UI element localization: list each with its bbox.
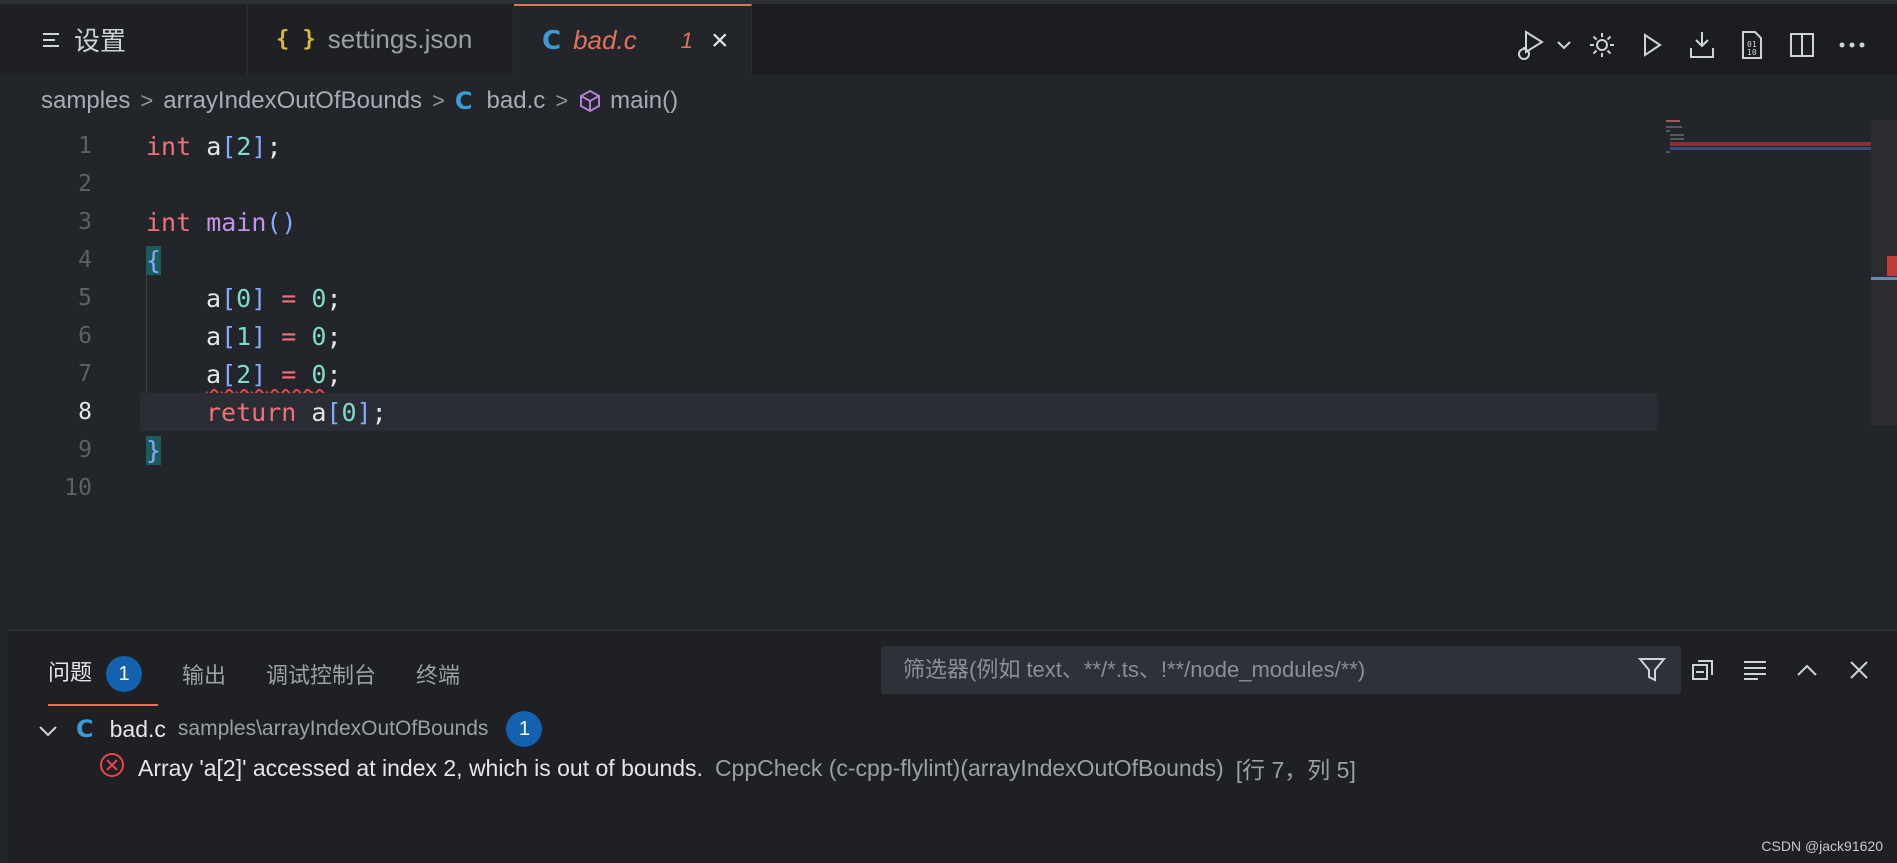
code-line[interactable]: 1 int a[2]; [0,127,1660,165]
close-icon[interactable]: × [711,25,729,56]
collapse-all-icon[interactable] [1677,647,1729,693]
line-number: 9 [78,437,92,463]
maximize-panel-icon[interactable] [1781,647,1833,693]
run-icon[interactable] [1627,22,1677,68]
line-number: 2 [78,171,92,197]
problem-item[interactable]: Array 'a[2]' accessed at index 2, which … [98,751,1356,785]
problem-location: [行 7，列 5] [1235,757,1356,783]
code-text: int main() [146,207,297,237]
code-text: a[2] = 0; [206,359,342,389]
tab-label: settings.json [327,24,473,54]
tab-bad-c[interactable]: C bad.c 1 × [514,4,752,75]
code-line[interactable]: 4 { [0,241,1660,279]
error-icon [98,751,126,785]
tab-label: 终端 [416,662,461,688]
problem-file-name: bad.c [109,715,166,742]
chevron-down-icon[interactable] [1551,22,1577,68]
panel-actions [1677,647,1885,693]
watermark: CSDN @jack91620 [1761,838,1883,854]
code-line[interactable]: 5 a[0] = 0; [0,279,1660,317]
split-editor-icon[interactable] [1777,22,1827,68]
chevron-right-icon: > [555,88,569,113]
tab-label: 输出 [182,662,227,688]
tab-output[interactable]: 输出 [182,658,226,700]
line-number: 1 [78,133,92,159]
c-file-icon: C [542,25,562,56]
code-editor[interactable]: 1 int a[2]; 2 3 int main() 4 { 5 a[0] = … [0,127,1897,627]
bottom-panel: 问题 1 输出 调试控制台 终端 C bad.c samples\arrayInd… [8,630,1897,863]
breadcrumb-item-samples[interactable]: samples [41,87,130,115]
code-line[interactable]: 9 } [0,431,1660,469]
code-line[interactable]: 10 [0,469,1660,507]
list-icon [40,30,62,50]
tab-terminal[interactable]: 终端 [416,658,460,700]
code-line[interactable]: 3 int main() [0,203,1660,241]
code-text: } [146,435,162,465]
word-wrap-icon[interactable] [1729,647,1781,693]
code-text: a[1] = 0; [206,321,342,351]
code-line[interactable]: 7 a[2] = 0; [0,355,1660,393]
chevron-down-icon[interactable] [38,716,58,743]
cube-icon [578,89,602,113]
scrollbar-error-marker [1887,256,1897,276]
breadcrumb-item-file[interactable]: bad.c [487,87,546,115]
chevron-right-icon: > [432,88,445,113]
tab-debug-console[interactable]: 调试控制台 [266,658,376,700]
error-squiggle: a[2] = 0 [206,359,327,389]
more-icon[interactable] [1827,22,1877,68]
panel-tabs: 问题 1 输出 调试控制台 终端 [48,655,500,707]
line-number: 7 [78,361,92,387]
file-problem-count-badge: 1 [506,711,543,747]
gear-icon[interactable] [1577,22,1627,68]
json-braces-icon: { } [276,27,316,52]
problem-file-row[interactable]: C bad.c samples\arrayIndexOutOfBounds 1 [38,711,543,747]
tab-problems[interactable]: 问题 1 [48,655,159,707]
problems-filter [881,646,1681,694]
scrollbar-cursor-marker [1871,277,1897,280]
minimap[interactable] [1664,120,1875,160]
svg-text:10: 10 [1747,48,1757,57]
code-text: a[0] = 0; [206,283,342,313]
tab-problem-count: 1 [680,27,693,53]
problem-message: Array 'a[2]' accessed at index 2, which … [138,754,703,781]
code-line[interactable]: 8 return a[0]; [0,393,1660,431]
close-panel-icon[interactable] [1833,647,1885,693]
download-icon[interactable] [1677,22,1727,68]
chevron-right-icon: > [140,88,154,113]
problems-count-badge: 1 [106,656,143,693]
code-text: { [146,245,162,275]
line-number: 10 [64,475,92,501]
line-number: 4 [78,247,92,273]
tab-label: 问题 [48,660,93,685]
breadcrumb: samples > arrayIndexOutOfBounds > C bad.… [0,75,1897,127]
tab-bar: 设置 { } settings.json C bad.c 1 × 01 10 [0,0,1897,75]
line-number: 3 [78,209,92,235]
filter-input[interactable] [901,656,1625,684]
run-debug-icon[interactable] [1511,22,1551,68]
code-text: int a[2]; [146,131,282,161]
c-file-icon: C [454,87,473,115]
c-file-icon: C [76,715,94,743]
tab-label: bad.c [573,25,637,55]
tab-settings-json[interactable]: { } settings.json [248,4,514,75]
breadcrumb-item-folder[interactable]: arrayIndexOutOfBounds [163,87,422,115]
code-line[interactable]: 6 a[1] = 0; [0,317,1660,355]
line-number: 6 [78,323,92,349]
line-number: 8 [78,399,92,425]
binary-file-icon[interactable]: 01 10 [1727,22,1777,68]
tab-label: 调试控制台 [266,662,377,688]
tab-label: 设置 [74,26,127,56]
tab-settings-ui[interactable]: 设置 [0,4,248,75]
code-text: return a[0]; [206,397,387,427]
editor-toolbar: 01 10 [1511,22,1877,68]
code-line[interactable]: 2 [0,165,1660,203]
problem-file-path: samples\arrayIndexOutOfBounds [177,717,489,740]
breadcrumb-item-symbol[interactable]: main() [610,87,678,115]
problem-source: CppCheck (c-cpp-flylint)(arrayIndexOutOf… [714,754,1224,781]
line-number: 5 [78,285,92,311]
filter-icon[interactable] [1637,656,1667,689]
